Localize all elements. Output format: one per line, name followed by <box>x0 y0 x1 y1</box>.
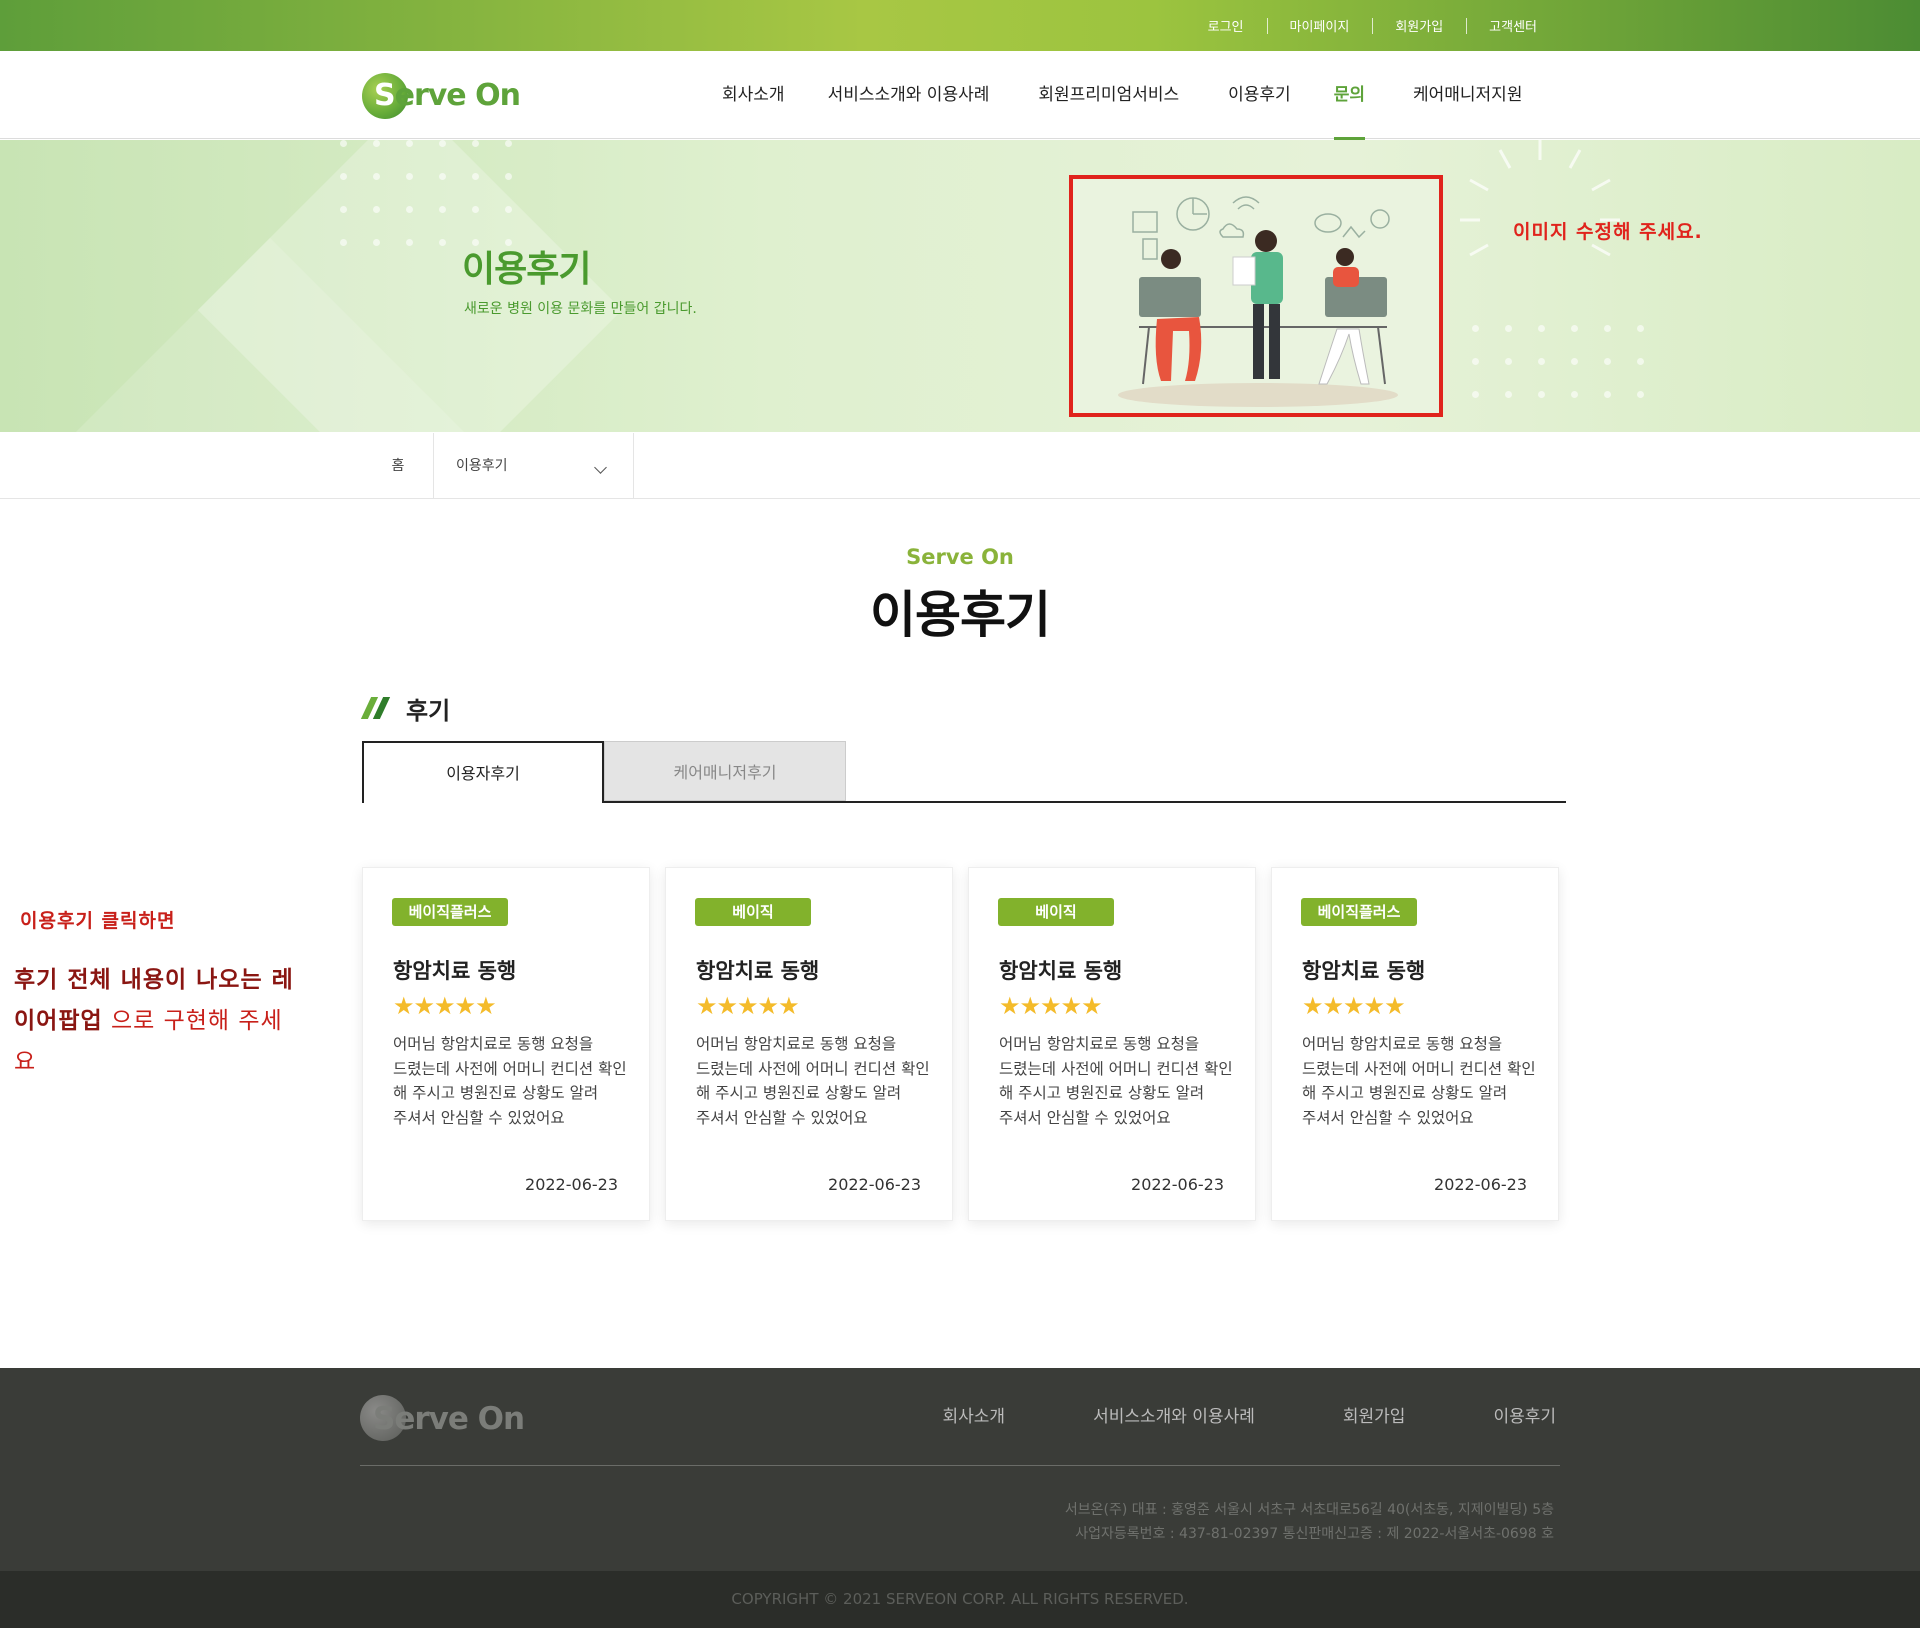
double-slash-icon <box>360 697 392 719</box>
review-card[interactable]: 베이직플러스 항암치료 동행 ★★★★★ 어머님 항암치료로 동행 요청을 드렸… <box>362 867 650 1221</box>
logo[interactable]: Serve On <box>362 72 521 120</box>
nav-company[interactable]: 회사소개 <box>722 51 785 139</box>
plan-badge: 베이직플러스 <box>392 898 508 926</box>
logo-text: Serve On <box>374 78 521 113</box>
review-title: 항암치료 동행 <box>393 959 517 983</box>
star-rating-icon: ★★★★★ <box>1302 992 1406 1020</box>
login-link[interactable]: 로그인 <box>1185 16 1267 35</box>
review-date: 2022-06-23 <box>525 1175 618 1194</box>
review-date: 2022-06-23 <box>1434 1175 1527 1194</box>
footer-logo[interactable]: Serve On <box>360 1395 530 1443</box>
popup-annotation-line1: 이용후기 클릭하면 <box>20 910 176 932</box>
review-body: 어머님 항암치료로 동행 요청을 드렸는데 사전에 어머니 컨디션 확인 해 주… <box>999 1035 1233 1127</box>
nav-service[interactable]: 서비스소개와 이용사례 <box>828 51 990 139</box>
hero-subtitle: 새로운 병원 이용 문화를 만들어 갑니다. <box>464 301 697 317</box>
popup-annotation-line2: 후기 전체 내용이 나오는 레이어팝업 으로 구현해 주세요 <box>14 967 294 1075</box>
chevron-down-icon <box>594 461 607 474</box>
utility-bar: 로그인 마이페이지 회원가입 고객센터 <box>0 0 1920 51</box>
mypage-link[interactable]: 마이페이지 <box>1266 16 1373 35</box>
subhead-title: 후기 <box>406 696 451 725</box>
star-rating-icon: ★★★★★ <box>999 992 1103 1020</box>
footer-link-company[interactable]: 회사소개 <box>943 1402 1006 1427</box>
breadcrumb-current: 이용후기 <box>456 458 508 474</box>
footer-link-service[interactable]: 서비스소개와 이용사례 <box>1093 1402 1255 1427</box>
utility-nav: 로그인 마이페이지 회원가입 고객센터 <box>1185 0 1560 51</box>
nav-premium[interactable]: 회원프리미엄서비스 <box>1038 51 1179 139</box>
footer-link-signup[interactable]: 회원가입 <box>1343 1402 1406 1427</box>
company-info: 서브온(주) 대표 : 홍영준 서울시 서초구 서초대로56길 40(서초동, … <box>1065 1498 1554 1546</box>
footer-link-review[interactable]: 이용후기 <box>1493 1402 1556 1427</box>
hero-illustration <box>1069 175 1443 417</box>
review-date: 2022-06-23 <box>1131 1175 1224 1194</box>
review-body: 어머님 항암치료로 동행 요청을 드렸는데 사전에 어머니 컨디션 확인 해 주… <box>393 1035 627 1127</box>
review-card[interactable]: 베이직 항암치료 동행 ★★★★★ 어머님 항암치료로 동행 요청을 드렸는데 … <box>665 867 953 1221</box>
footer-divider <box>360 1465 1560 1466</box>
review-body: 어머님 항암치료로 동행 요청을 드렸는데 사전에 어머니 컨디션 확인 해 주… <box>696 1035 930 1127</box>
tab-user-review[interactable]: 이용자후기 <box>362 741 604 803</box>
breadcrumb-home[interactable]: 홈 <box>362 433 434 499</box>
company-info-line2: 사업자등록번호 : 437-81-02397 통신판매신고증 : 제 2022-… <box>1075 1526 1554 1542</box>
section-kicker: Serve On <box>906 545 1014 569</box>
section-subhead: 후기 <box>360 692 451 725</box>
hero-title: 이용후기 <box>462 249 591 290</box>
star-rating-icon: ★★★★★ <box>393 992 497 1020</box>
office-people-illustration-icon <box>1118 196 1398 407</box>
footer: Serve On 회사소개 서비스소개와 이용사례 회원가입 이용후기 서브온(… <box>0 1368 1920 1571</box>
nav-caremanager[interactable]: 케어매니저지원 <box>1413 51 1522 139</box>
plan-badge: 베이직 <box>998 898 1114 926</box>
page-title: 이용후기 <box>870 586 1051 644</box>
signup-link[interactable]: 회원가입 <box>1372 16 1466 35</box>
review-tabs: 이용자후기 케어매니저후기 <box>362 741 1566 803</box>
review-card[interactable]: 베이직플러스 항암치료 동행 ★★★★★ 어머님 항암치료로 동행 요청을 드렸… <box>1271 867 1559 1221</box>
nav-review[interactable]: 이용후기 <box>1228 51 1291 139</box>
review-title: 항암치료 동행 <box>999 959 1123 983</box>
review-date: 2022-06-23 <box>828 1175 921 1194</box>
company-info-line1: 서브온(주) 대표 : 홍영준 서울시 서초구 서초대로56길 40(서초동, … <box>1064 1502 1554 1518</box>
hero-banner: 이용후기 새로운 병원 이용 문화를 만들어 갑니다. 이미지 수정해 주세요. <box>0 140 1920 432</box>
main-nav: 회사소개 서비스소개와 이용사례 회원프리미엄서비스 이용후기 문의 케어매니저… <box>722 51 1522 140</box>
plan-badge: 베이직플러스 <box>1301 898 1417 926</box>
review-body: 어머님 항암치료로 동행 요청을 드렸는데 사전에 어머니 컨디션 확인 해 주… <box>1302 1035 1536 1127</box>
nav-inquiry[interactable]: 문의 <box>1333 51 1366 140</box>
hero-dots-decor <box>1472 325 1670 424</box>
review-card-list: 베이직플러스 항암치료 동행 ★★★★★ 어머님 항암치료로 동행 요청을 드렸… <box>362 867 1559 1221</box>
review-title: 항암치료 동행 <box>1302 959 1426 983</box>
image-edit-annotation: 이미지 수정해 주세요. <box>1513 221 1703 243</box>
footer-logo-text: Serve On <box>373 1401 525 1437</box>
plan-badge: 베이직 <box>695 898 811 926</box>
footer-nav: 회사소개 서비스소개와 이용사례 회원가입 이용후기 <box>855 1402 1557 1427</box>
breadcrumb-dropdown[interactable]: 이용후기 <box>433 433 634 499</box>
review-card[interactable]: 베이직 항암치료 동행 ★★★★★ 어머님 항암치료로 동행 요청을 드렸는데 … <box>968 867 1256 1221</box>
tab-caremanager-review[interactable]: 케어매니저후기 <box>604 741 846 801</box>
header: Serve On 회사소개 서비스소개와 이용사례 회원프리미엄서비스 이용후기… <box>0 51 1920 140</box>
review-title: 항암치료 동행 <box>696 959 820 983</box>
copyright: COPYRIGHT © 2021 SERVEON CORP. ALL RIGHT… <box>0 1571 1920 1628</box>
page: 로그인 마이페이지 회원가입 고객센터 Serve On 회사소개 서비스소개와… <box>0 0 1920 1628</box>
breadcrumb: 홈 이용후기 <box>0 433 1920 499</box>
customer-center-link[interactable]: 고객센터 <box>1466 16 1560 35</box>
star-rating-icon: ★★★★★ <box>696 992 800 1020</box>
